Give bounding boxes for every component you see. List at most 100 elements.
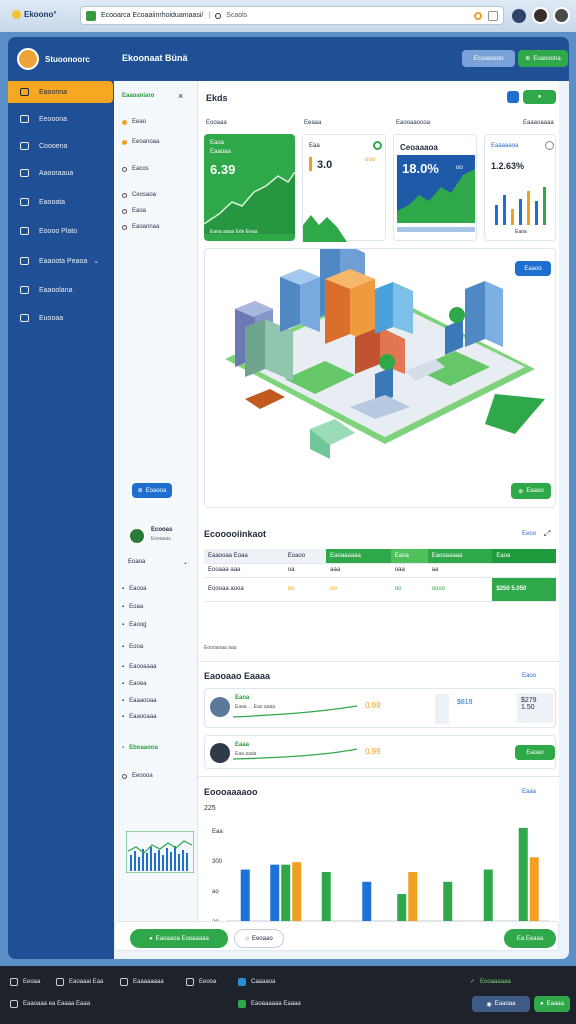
table-row[interactable]: Eooaaa aaa oa aaa oaa aa: [204, 563, 556, 578]
column-header[interactable]: Eaoa: [492, 549, 556, 564]
user-avatar[interactable]: [17, 48, 39, 70]
map-filter-button[interactable]: Eaaoo: [515, 261, 551, 276]
taskbar-item[interactable]: ✓ Eooaaaaaa: [470, 978, 511, 986]
taskbar-item[interactable]: Eaoaaaaaa Eaaaa: [238, 1000, 301, 1008]
bar[interactable]: [408, 872, 418, 921]
kpi-card-green[interactable]: Eaoa Eaaoaa 6.39 Eaoa aaoa Ede Eeaa: [204, 134, 295, 241]
map-action-button[interactable]: ⊕ Eaaoo: [511, 483, 551, 499]
table-row[interactable]: Eoooaa aooa oo oo oo oooo $250 5.050: [204, 577, 556, 602]
bar[interactable]: [321, 872, 331, 921]
sidebar-item-3[interactable]: Aaooraaua: [8, 162, 114, 184]
info-icon[interactable]: [507, 91, 519, 103]
footer-status-pill[interactable]: ● Eaoaaoa Eooaaaaa: [130, 929, 228, 948]
nav-item[interactable]: Eeoooa: [122, 773, 153, 779]
bar[interactable]: [240, 869, 250, 921]
trend-row[interactable]: Eaoa Eaaa ... Eao aaaa 0.99 $819 $279 1.…: [204, 688, 556, 728]
column-header[interactable]: Eaoa: [390, 549, 428, 564]
app-icon: [120, 978, 128, 986]
trend-mid-value: $819: [457, 699, 473, 706]
nav-item[interactable]: ▪ Eaaaooaa: [122, 698, 157, 704]
button-label: Eaaaa: [546, 1001, 564, 1007]
bar[interactable]: [443, 881, 453, 921]
taskbar-item[interactable]: Caaaaoa: [238, 978, 275, 986]
nav-item[interactable]: ▪ Eboaaooa: [122, 745, 158, 751]
bar[interactable]: [397, 894, 407, 921]
taskbar-item[interactable]: Eaaaaaaaa: [120, 978, 164, 986]
bar[interactable]: [292, 862, 302, 921]
chevron-down-icon: ⌄: [93, 258, 100, 265]
pill-label: Eeoaao: [251, 935, 273, 942]
city-map-view[interactable]: Eaaoo ⊕ Eaaoo: [204, 241, 556, 508]
taskbar-view-button[interactable]: ◉ Eaaoaa: [472, 996, 530, 1012]
filter-group[interactable]: Eeao: [122, 119, 146, 125]
bar[interactable]: [529, 857, 539, 921]
sidebar-item-6[interactable]: Eaaoota Peaoa ⌄: [8, 250, 114, 272]
settings-icon[interactable]: [512, 9, 526, 23]
kpi-card-blue[interactable]: Ceoaaaoa 18.0% oo: [393, 134, 477, 241]
bar[interactable]: [362, 881, 372, 921]
kpi-area-chart: [204, 171, 295, 234]
button-label: Ecoseoeoo: [473, 55, 504, 62]
taskbar-item[interactable]: Eeoaa: [10, 978, 40, 986]
footer-action-button[interactable]: Ea Eeaaa: [504, 929, 556, 948]
bookmark-icon[interactable]: [488, 10, 498, 21]
profile-avatar[interactable]: [553, 7, 570, 24]
filter-group[interactable]: Eaoannaa: [122, 224, 159, 230]
mini-sparkline-chart: [126, 831, 194, 873]
nav-item[interactable]: ▪ Eooa: [122, 644, 143, 650]
trend-row[interactable]: Eaaa Eaa aaaa 0.99 Eaoao: [204, 735, 556, 769]
footer-secondary-pill[interactable]: ○ Eeoaao: [234, 929, 284, 948]
bar[interactable]: [518, 827, 528, 921]
column-header[interactable]: Eaaooaa Eoaa: [204, 549, 284, 564]
sidebar-item-4[interactable]: Eaooata: [8, 191, 114, 213]
filter-group[interactable]: Eaoa: [122, 208, 146, 214]
column-header[interactable]: Eaooaaaaa: [427, 549, 493, 564]
table-cell: oaa: [390, 563, 428, 578]
taskbar-action-button[interactable]: ● Eaaaa: [534, 996, 570, 1012]
dot-icon: ▪: [122, 698, 125, 704]
nav-label: Eaaooaaa: [129, 714, 157, 720]
trend-action-button[interactable]: Eaoao: [515, 745, 555, 760]
browser-brand[interactable]: Ekoono°: [12, 10, 57, 19]
sidebar-item-8[interactable]: Euooaa: [8, 307, 114, 329]
profile-dropdown[interactable]: Eoaoa ⌄: [128, 559, 188, 566]
secondary-action-button[interactable]: Ecoseoeoo: [462, 50, 515, 67]
close-icon[interactable]: ×: [178, 91, 183, 101]
taskbar-item[interactable]: Eaaoaaa ea Eaaaa Eaaa: [10, 1000, 90, 1008]
bar[interactable]: [281, 864, 291, 921]
column-header[interactable]: Eoaoo: [283, 549, 327, 564]
nav-item[interactable]: ▪ Eaooa: [122, 586, 147, 592]
avatar[interactable]: [532, 7, 549, 24]
filter-group[interactable]: Eeoanoaa: [122, 139, 159, 145]
bar[interactable]: [483, 869, 493, 921]
sidebar-item-1[interactable]: Eeooona: [8, 108, 114, 130]
sidebar-item-7[interactable]: Eaaoolana: [8, 279, 114, 301]
sidebar-item-2[interactable]: Coooena: [8, 135, 114, 157]
kpi-card[interactable]: Eaa 3.0 ooo: [302, 134, 386, 242]
taskbar-item[interactable]: Eaoaaai Eaa: [56, 978, 103, 986]
column-header[interactable]: Eaoaaaaaa: [326, 549, 391, 564]
apply-button[interactable]: ⊕ Eoaooa: [132, 483, 172, 498]
nav-item[interactable]: ▪ Eaooaaaa: [122, 664, 157, 670]
filter-group[interactable]: Ceosaoa: [122, 192, 156, 198]
sidebar-item-0[interactable]: Eaoonna: [8, 81, 113, 103]
filter-group[interactable]: Eacos: [122, 166, 149, 172]
trend-link[interactable]: Eaoo: [522, 673, 536, 679]
refresh-icon[interactable]: [474, 11, 482, 20]
kpi-card[interactable]: Eaaaaaoa 1.2.63% Eaoa: [484, 134, 556, 241]
primary-action-button[interactable]: ⊕ Eoaooona: [518, 50, 568, 67]
nav-item[interactable]: ▪ Eaaooaaa: [122, 714, 157, 720]
url-bar[interactable]: Ecooarca Ecoaaiinrhoiduamaasi/ | Scaols: [80, 6, 504, 25]
divider: [198, 776, 559, 777]
nav-item[interactable]: ▪ Eaoea: [122, 681, 147, 687]
bar[interactable]: [270, 864, 280, 921]
profile-avatar[interactable]: [128, 527, 146, 545]
expand-icon[interactable]: ⤢: [544, 529, 550, 539]
export-button[interactable]: ●: [523, 90, 556, 104]
forecast-link[interactable]: Eeoo: [522, 531, 536, 537]
nav-item[interactable]: ▪ Eaoog: [122, 622, 147, 628]
taskbar-item[interactable]: Eeooa: [186, 978, 216, 986]
sidebar-item-5[interactable]: Eoooo Plato: [8, 220, 114, 242]
nav-item[interactable]: ▪ Eoaa: [122, 604, 143, 610]
taskbar-label: Eaaoaaa ea Eaaaa Eaaa: [23, 1001, 91, 1007]
